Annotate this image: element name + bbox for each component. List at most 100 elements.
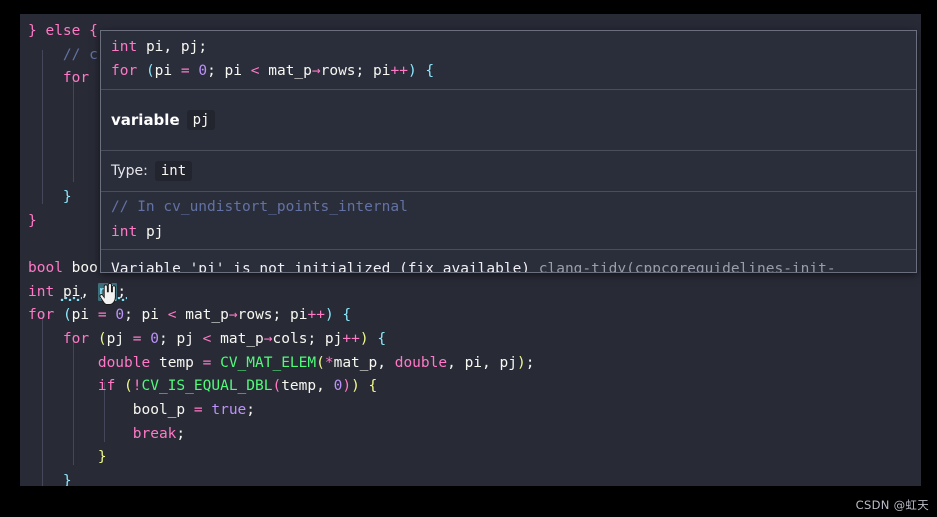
code-token: pi [290, 307, 308, 324]
code-token: pj [176, 330, 194, 347]
code-token: // c [62, 46, 98, 63]
code-token: ; [525, 354, 535, 371]
code-token: , [80, 283, 98, 300]
code-token: rows [237, 307, 273, 324]
code-token: , [377, 354, 395, 371]
code-token: ( [316, 354, 325, 371]
line-content: for (pj = 0; pj < mat_p→cols; pj++) { [63, 331, 386, 347]
code-token: pj [324, 330, 343, 347]
code-token: ) [516, 354, 526, 371]
code-token: → [228, 307, 238, 324]
code-token: { [89, 23, 98, 39]
code-token: , [447, 354, 465, 371]
code-token: mat_p [220, 330, 264, 347]
code-line[interactable]: if (!CV_IS_EQUAL_DBL(temp, 0)) { [20, 375, 921, 399]
code-token: double [394, 354, 448, 371]
code-token: { [368, 378, 378, 395]
code-token: CV_MAT_ELEM [220, 354, 317, 371]
code-line[interactable]: int pi, pj; [20, 281, 921, 305]
code-token: bool_p [132, 402, 186, 418]
line-content: // c [63, 47, 98, 63]
line-content: } [28, 213, 37, 229]
code-token: temp [158, 354, 194, 371]
code-token: pj [180, 39, 199, 55]
code-token: temp [281, 378, 317, 395]
code-token: ; [198, 39, 208, 55]
code-token: ; [176, 425, 186, 442]
code-token: } [62, 188, 72, 205]
code-token: ) [342, 378, 352, 395]
line-content: } [98, 449, 107, 465]
code-token: ; [355, 62, 373, 79]
code-token: 0 [115, 307, 125, 324]
code-token: ; [207, 62, 225, 79]
code-token: for [62, 330, 90, 347]
code-token: bool [28, 259, 63, 276]
code-token: { [342, 307, 352, 324]
code-token: , [163, 39, 181, 55]
code-line[interactable]: double temp = CV_MAT_ELEM(*mat_p, double… [20, 352, 921, 376]
code-token: ++ [342, 330, 360, 347]
code-line[interactable]: } [20, 470, 921, 486]
code-line[interactable]: for (pj = 0; pj < mat_p→cols; pj++) { [20, 328, 921, 352]
code-token: CV_IS_EQUAL_DBL [141, 378, 273, 395]
code-token: } [62, 473, 72, 486]
line-content: for [63, 70, 89, 86]
line-content: for (pi = 0; pi < mat_p→rows; pi++) { [28, 307, 351, 323]
error-squiggle [60, 297, 82, 301]
code-token: cols [272, 330, 308, 347]
scope-comment: // In cv_undistort_points_internal [111, 199, 408, 216]
code-line[interactable]: bool_p = true; [20, 399, 921, 423]
line-content: } else { [28, 23, 98, 39]
hover-tooltip[interactable]: int pi, pj; for (pi = 0; pi < mat_p→rows;… [100, 30, 917, 273]
code-token: for [28, 307, 55, 324]
preview-line-1: int pi, pj; [111, 39, 207, 55]
code-line[interactable]: } [20, 446, 921, 470]
code-token: ) [324, 307, 334, 324]
code-token: pi [224, 62, 243, 79]
code-token: if [97, 378, 116, 395]
line-content: bool boo [28, 260, 98, 276]
code-token: ( [272, 378, 282, 395]
code-token: pi [464, 354, 483, 371]
code-token: boo [71, 259, 98, 276]
code-line[interactable]: for (pi = 0; pi < mat_p→rows; pi++) { [20, 304, 921, 328]
code-token: ; [307, 330, 325, 347]
code-token: ( [62, 307, 72, 324]
code-token: { [377, 330, 387, 347]
code-token: } [28, 212, 37, 229]
code-token: ; [246, 402, 256, 418]
line-content: bool_p = true; [133, 402, 255, 418]
code-token: = [132, 330, 142, 347]
code-token: ++ [307, 307, 325, 324]
code-token: { [425, 62, 435, 79]
type-value: int [154, 161, 193, 182]
watermark: CSDN @虹天 [855, 498, 929, 512]
code-token: ( [124, 378, 133, 395]
type-label: Type: [111, 163, 148, 180]
code-token: = [180, 62, 190, 79]
code-token: mat_p [268, 62, 312, 79]
line-content: double temp = CV_MAT_ELEM(*mat_p, double… [98, 355, 535, 371]
code-line[interactable]: break; [20, 423, 921, 447]
